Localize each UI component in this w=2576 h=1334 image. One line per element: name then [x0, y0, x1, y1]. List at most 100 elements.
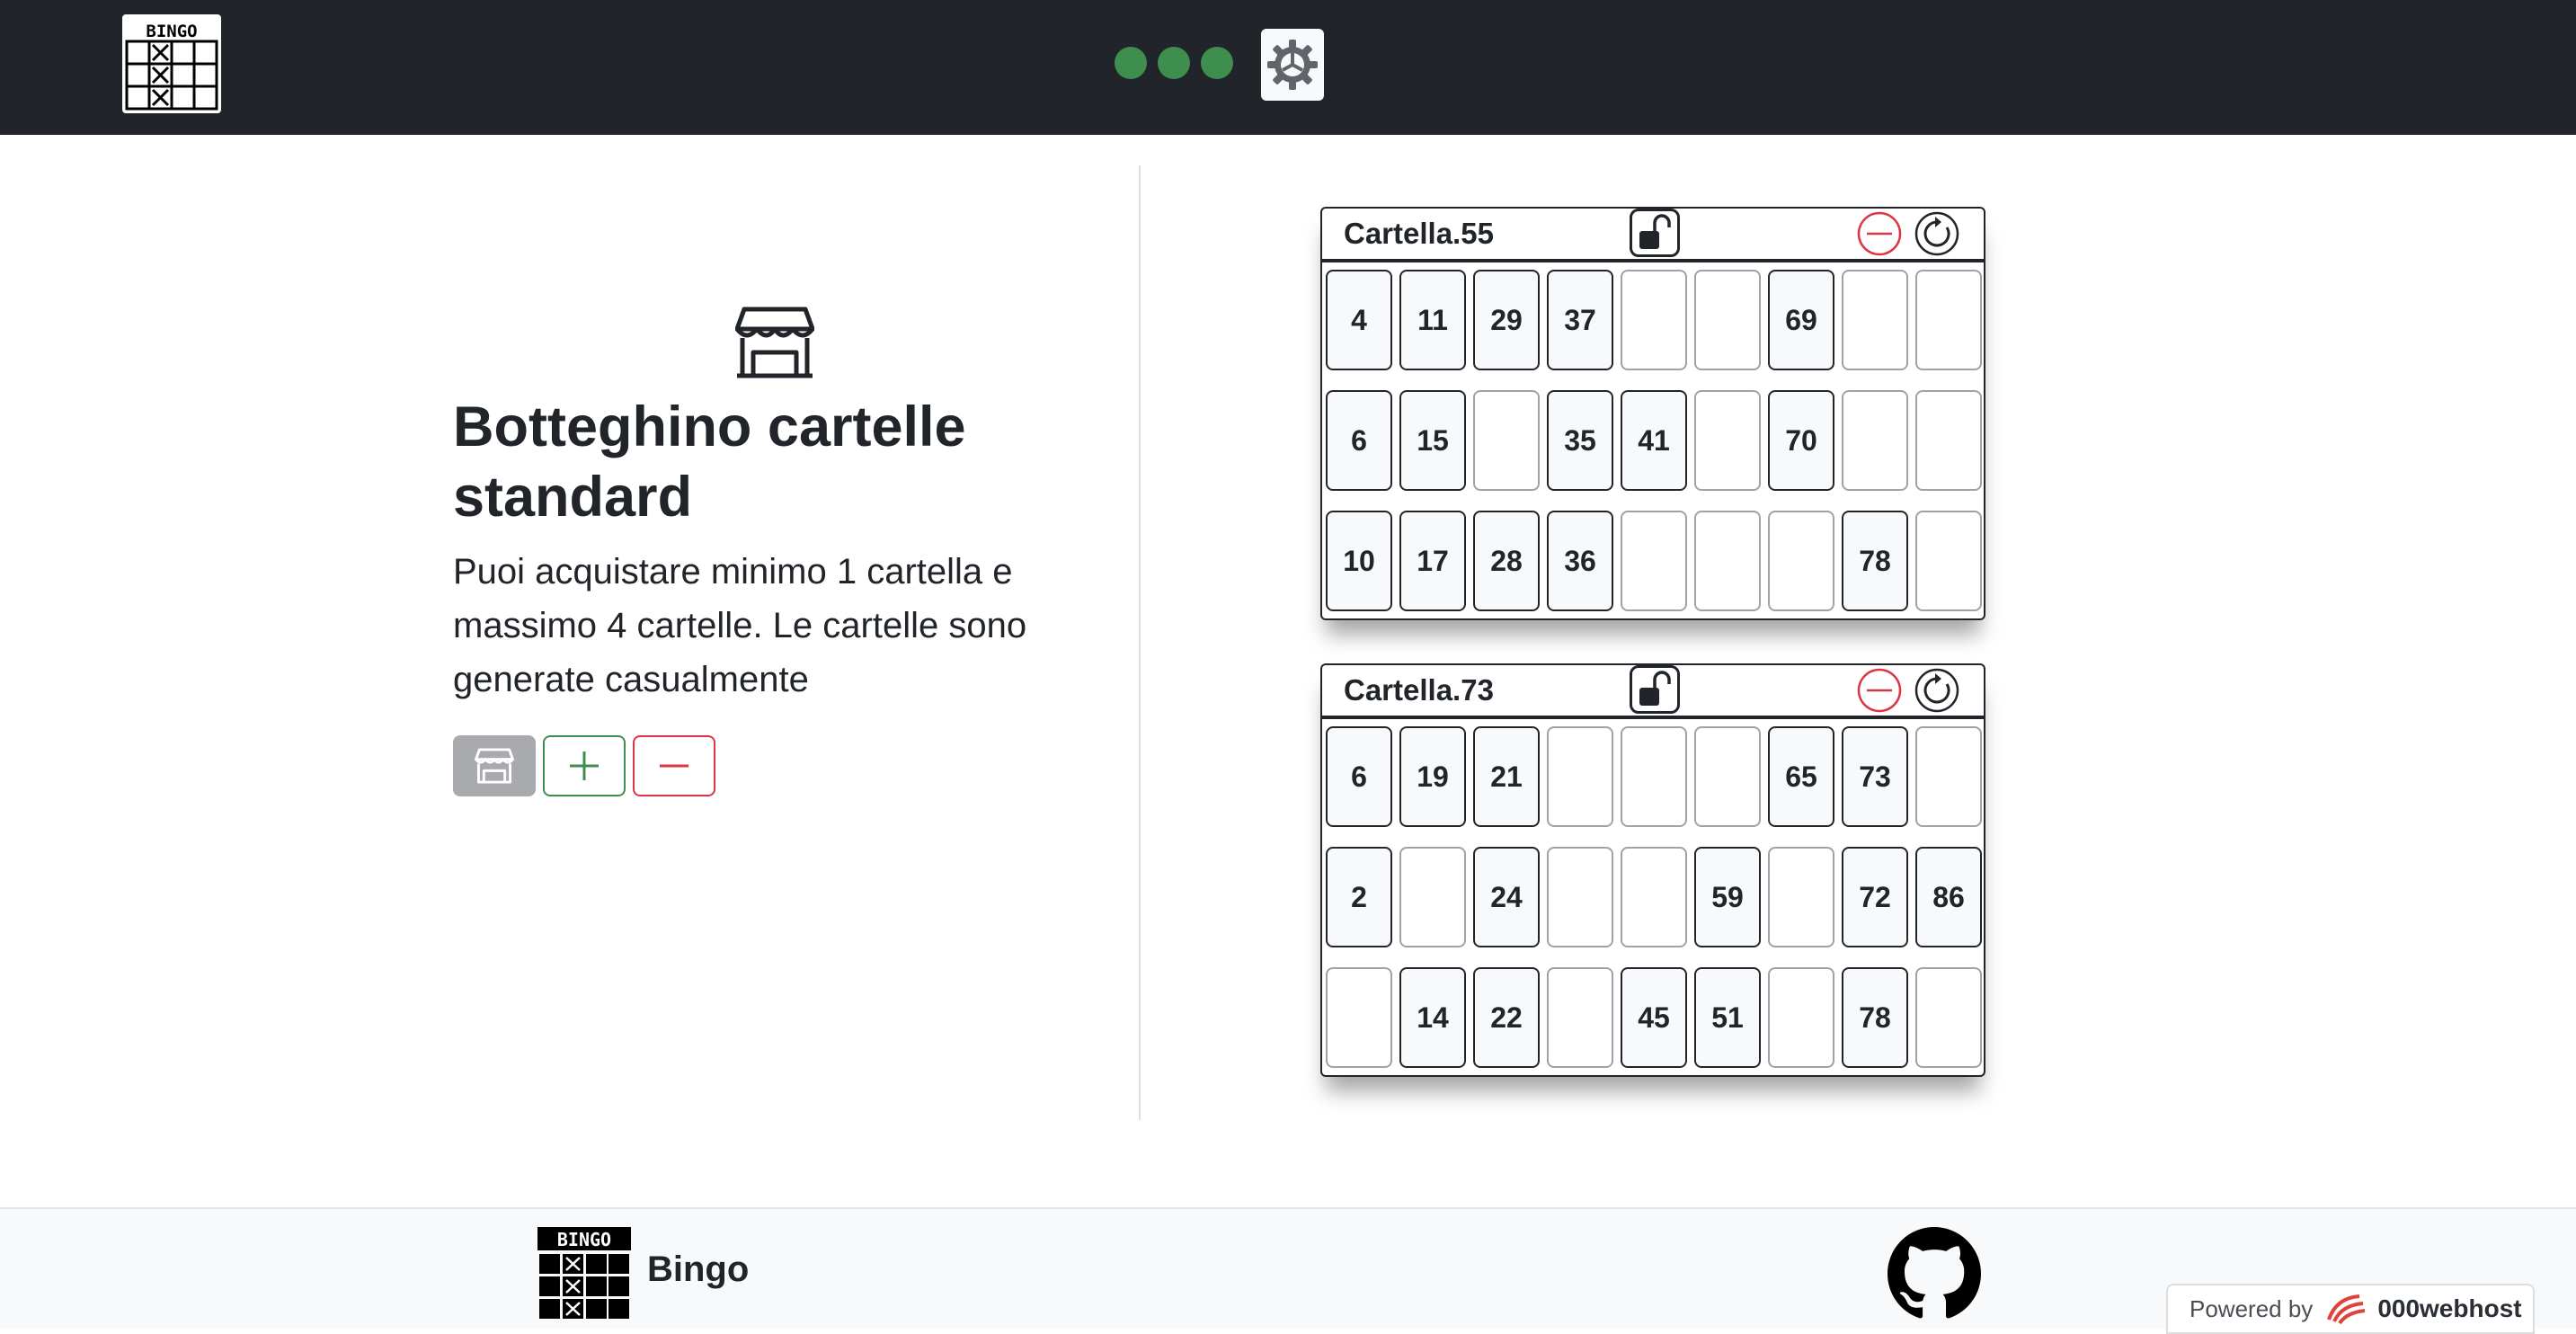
card-empty-cell[interactable] — [1547, 726, 1613, 827]
card-number-cell[interactable]: 6 — [1326, 726, 1392, 827]
settings-button[interactable] — [1261, 29, 1324, 101]
shop-icon-svg — [734, 307, 815, 378]
shop-icon — [734, 306, 815, 379]
card-empty-cell[interactable] — [1621, 726, 1687, 827]
card-empty-cell[interactable] — [1621, 847, 1687, 947]
card-number-cell[interactable]: 6 — [1326, 390, 1392, 491]
github-icon — [1888, 1227, 1981, 1319]
shop-description: Puoi acquistare minimo 1 cartella e mass… — [453, 552, 1027, 699]
card-empty-cell[interactable] — [1621, 270, 1687, 370]
bingo-logo-svg: BINGO — [125, 17, 218, 111]
card-header: Cartella.55 — [1322, 209, 1984, 262]
gear-icon — [1267, 40, 1318, 90]
lock-card-button[interactable] — [1630, 665, 1680, 714]
github-link[interactable] — [1888, 1227, 1981, 1321]
refresh-card-button[interactable] — [1912, 210, 1962, 257]
card-empty-cell[interactable] — [1768, 511, 1834, 611]
status-indicators — [1115, 47, 1233, 79]
remove-card-icon-button[interactable] — [1854, 210, 1905, 257]
card-number-cell[interactable]: 11 — [1399, 270, 1466, 370]
card-number-cell[interactable]: 70 — [1768, 390, 1834, 491]
card-empty-cell[interactable] — [1915, 511, 1982, 611]
card-number-cell[interactable]: 21 — [1473, 726, 1540, 827]
lock-card-button[interactable] — [1630, 209, 1680, 257]
card-number-cell[interactable]: 78 — [1842, 511, 1908, 611]
shop-icon — [475, 748, 514, 784]
card-number-cell[interactable]: 51 — [1694, 967, 1761, 1068]
card-title: Cartella.73 — [1344, 673, 1494, 707]
card-number-cell[interactable]: 29 — [1473, 270, 1540, 370]
card-empty-cell[interactable] — [1915, 726, 1982, 827]
card-empty-cell[interactable] — [1326, 967, 1392, 1068]
card-number-cell[interactable]: 28 — [1473, 511, 1540, 611]
card-grid: 4 11 29 37 69 6 15 35 41 70 10 17 28 36 78 — [1326, 270, 1982, 617]
card-number-cell[interactable]: 65 — [1768, 726, 1834, 827]
card-number-cell[interactable]: 24 — [1473, 847, 1540, 947]
buy-cards-button[interactable] — [453, 735, 536, 796]
add-card-button[interactable] — [543, 735, 626, 796]
status-dot-3 — [1201, 47, 1233, 79]
card-empty-cell[interactable] — [1768, 967, 1834, 1068]
plus-icon — [570, 751, 599, 780]
status-dot-1 — [1115, 47, 1147, 79]
card-number-cell[interactable]: 69 — [1768, 270, 1834, 370]
card-number-cell[interactable]: 41 — [1621, 390, 1687, 491]
card-empty-cell[interactable] — [1915, 270, 1982, 370]
logo-text: BINGO — [146, 22, 197, 41]
card-number-cell[interactable]: 78 — [1842, 967, 1908, 1068]
vertical-divider — [1139, 165, 1141, 1120]
card-empty-cell[interactable] — [1915, 390, 1982, 491]
unlock-icon — [1639, 671, 1671, 706]
footer-logo-text: BINGO — [557, 1229, 611, 1250]
bingo-card: Cartella.73 6 19 21 65 73 2 24 59 72 86 14 22 45 51 78 — [1320, 663, 1985, 1077]
card-empty-cell[interactable] — [1473, 390, 1540, 491]
card-empty-cell[interactable] — [1621, 511, 1687, 611]
card-number-cell[interactable]: 22 — [1473, 967, 1540, 1068]
shop-actions — [453, 735, 715, 796]
card-number-cell[interactable]: 86 — [1915, 847, 1982, 947]
footer-logo-svg: BINGO — [537, 1227, 631, 1319]
bingo-logo-icon: BINGO — [537, 1227, 631, 1321]
card-empty-cell[interactable] — [1694, 511, 1761, 611]
refresh-icon — [1914, 668, 1959, 713]
minus-icon — [660, 764, 688, 768]
card-number-cell[interactable]: 15 — [1399, 390, 1466, 491]
webhost-logo-icon — [2327, 1294, 2366, 1325]
card-number-cell[interactable]: 37 — [1547, 270, 1613, 370]
remove-card-button[interactable] — [633, 735, 715, 796]
card-empty-cell[interactable] — [1915, 967, 1982, 1068]
status-dot-2 — [1158, 47, 1190, 79]
minus-circle-icon — [1857, 211, 1902, 256]
card-empty-cell[interactable] — [1768, 847, 1834, 947]
card-number-cell[interactable]: 19 — [1399, 726, 1466, 827]
refresh-icon — [1914, 211, 1959, 256]
card-empty-cell[interactable] — [1547, 967, 1613, 1068]
powered-by-badge[interactable]: Powered by 000webhost — [2166, 1284, 2535, 1334]
remove-card-icon-button[interactable] — [1854, 667, 1905, 714]
card-empty-cell[interactable] — [1842, 270, 1908, 370]
host-brand: 000webhost — [2377, 1294, 2522, 1322]
page-title: Botteghino cartelle standard — [453, 396, 966, 529]
powered-by-label: Powered by — [2190, 1294, 2314, 1322]
card-number-cell[interactable]: 36 — [1547, 511, 1613, 611]
card-number-cell[interactable]: 59 — [1694, 847, 1761, 947]
card-number-cell[interactable]: 17 — [1399, 511, 1466, 611]
card-empty-cell[interactable] — [1694, 726, 1761, 827]
card-empty-cell[interactable] — [1547, 847, 1613, 947]
card-number-cell[interactable]: 73 — [1842, 726, 1908, 827]
card-title: Cartella.55 — [1344, 217, 1494, 250]
card-empty-cell[interactable] — [1694, 390, 1761, 491]
card-empty-cell[interactable] — [1694, 270, 1761, 370]
bingo-logo-icon[interactable]: BINGO — [122, 14, 221, 113]
card-number-cell[interactable]: 4 — [1326, 270, 1392, 370]
refresh-card-button[interactable] — [1912, 667, 1962, 714]
card-empty-cell[interactable] — [1399, 847, 1466, 947]
card-number-cell[interactable]: 72 — [1842, 847, 1908, 947]
top-navbar: BINGO — [0, 0, 2576, 135]
card-number-cell[interactable]: 2 — [1326, 847, 1392, 947]
card-number-cell[interactable]: 14 — [1399, 967, 1466, 1068]
card-number-cell[interactable]: 35 — [1547, 390, 1613, 491]
card-number-cell[interactable]: 45 — [1621, 967, 1687, 1068]
card-empty-cell[interactable] — [1842, 390, 1908, 491]
card-number-cell[interactable]: 10 — [1326, 511, 1392, 611]
